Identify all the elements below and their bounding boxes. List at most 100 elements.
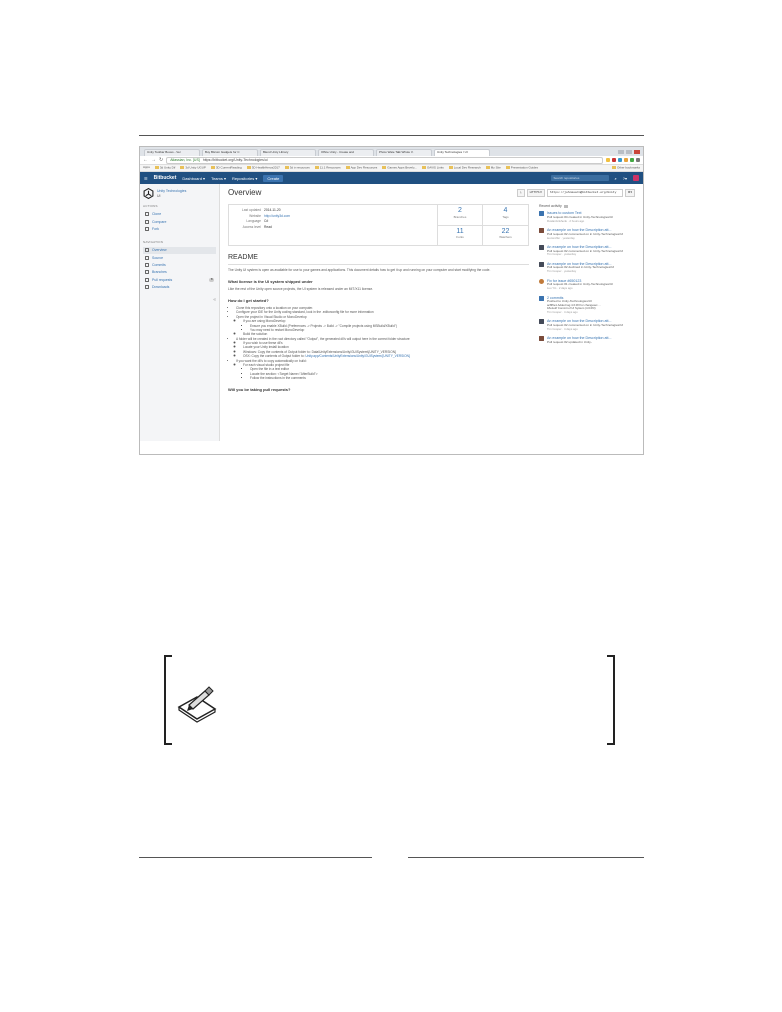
bookmark[interactable]: App Dev Resources bbox=[345, 165, 377, 170]
help-icon[interactable]: ?▾ bbox=[623, 176, 627, 181]
star-icon[interactable] bbox=[606, 158, 610, 162]
collapse-sidebar-button[interactable]: « bbox=[143, 297, 216, 303]
bookmark-other[interactable]: Other bookmarks bbox=[611, 165, 640, 170]
website-link[interactable]: http://unity3d.com bbox=[264, 214, 290, 218]
osx-path-link[interactable]: Unity.app/Contents/UnityExtensions/Unity… bbox=[305, 354, 410, 358]
download-icon[interactable]: ⤓ bbox=[517, 189, 525, 197]
url-field[interactable]: Atlassian, Inc. [US] https://bitbucket.o… bbox=[166, 156, 603, 164]
chart-icon bbox=[145, 248, 149, 253]
activity-item: An example on how the Description att...… bbox=[539, 319, 635, 331]
page-title: Overview bbox=[228, 188, 262, 197]
menu-icon[interactable] bbox=[636, 158, 640, 162]
commit-icon bbox=[145, 263, 149, 268]
license-text: Like the rest of the Unity open source p… bbox=[228, 286, 374, 291]
unity-logo-icon bbox=[143, 188, 154, 199]
stat-branches[interactable]: 2 Branches bbox=[438, 205, 483, 226]
footer-rule-left bbox=[139, 857, 372, 858]
activity-item: An example on how the Description att...… bbox=[539, 228, 635, 240]
sidebar-item-source[interactable]: Source bbox=[143, 254, 216, 261]
extension-icon[interactable] bbox=[612, 158, 616, 162]
actions-heading: ACTIONS bbox=[143, 204, 158, 208]
browser-tabstrip: Unity Toolbar Boxes - Ver Buy Bitcoin Ga… bbox=[140, 147, 643, 156]
bookmark[interactable]: 3d Unity UGUP bbox=[180, 165, 206, 170]
nav-dashboard[interactable]: Dashboard ▾ bbox=[182, 176, 205, 181]
url-text: https://bitbucket.org/Unity-Technologies… bbox=[202, 157, 268, 162]
repo-info-box: Last updated 2014-11-20 Website http://uni… bbox=[228, 204, 529, 246]
repo-slug[interactable]: UI bbox=[157, 194, 186, 198]
browser-tab[interactable]: Photo Wate Talk Whole V. bbox=[376, 149, 432, 156]
pull-requests-heading: Will you be taking pull requests? bbox=[228, 387, 291, 393]
bookmark[interactable]: My Site bbox=[485, 165, 501, 170]
bookmark[interactable]: 3D CurrentReading bbox=[210, 165, 242, 170]
clone-url-field[interactable]: https://johnmearm@bitbucket.org/Unity bbox=[546, 189, 623, 197]
browser-tab[interactable]: Office Unity - Create and bbox=[318, 149, 374, 156]
activity-item: An example on how the Description att...… bbox=[539, 336, 635, 344]
minimize-button[interactable] bbox=[618, 150, 624, 154]
extension-icon[interactable] bbox=[624, 158, 628, 162]
forward-icon[interactable]: → bbox=[151, 157, 156, 163]
protocol-select[interactable]: HTTPS ▾ bbox=[526, 189, 545, 197]
download-icon bbox=[145, 212, 149, 217]
bookmark[interactable]: Local Dev Research bbox=[448, 165, 481, 170]
avatar bbox=[539, 336, 544, 342]
sidebar-item-pull-requests[interactable]: Pull requests 8 bbox=[143, 276, 216, 283]
repo-stats: 2 Branches 4 Tags 11 Forks 22 Watchers bbox=[437, 205, 528, 245]
avatar bbox=[539, 211, 544, 217]
avatar[interactable] bbox=[633, 175, 639, 181]
nav-teams[interactable]: Teams ▾ bbox=[211, 176, 226, 181]
sidebar-item-overview[interactable]: Overview bbox=[143, 246, 216, 254]
bookmark[interactable]: Games Apps Bevelo... bbox=[382, 165, 417, 170]
browser-tab-active[interactable]: Unity Technologies / UI bbox=[434, 149, 490, 156]
extension-icon[interactable] bbox=[630, 158, 634, 162]
search-input[interactable]: Search repositories bbox=[550, 175, 609, 181]
bitbucket-logo[interactable]: Bitbucket bbox=[154, 175, 177, 181]
reload-icon[interactable]: ↻ bbox=[159, 157, 163, 163]
window-controls bbox=[618, 150, 643, 156]
pull-request-count: 8 bbox=[209, 276, 214, 282]
bookmark[interactable]: 3d Unity Dif bbox=[154, 165, 175, 170]
avatar bbox=[539, 319, 544, 325]
rss-icon[interactable] bbox=[563, 204, 568, 208]
back-icon[interactable]: ← bbox=[143, 157, 148, 163]
browser-tab[interactable]: Unity Toolbar Boxes - Ver bbox=[144, 149, 200, 156]
bookmark[interactable]: 3D HealthHeros2017 bbox=[246, 165, 280, 170]
hamburger-icon[interactable]: ☰ bbox=[144, 176, 148, 181]
bookmark[interactable]: Presentation Guides bbox=[505, 165, 538, 170]
maximize-button[interactable] bbox=[626, 150, 632, 154]
bookmark[interactable]: 11.1 Resources bbox=[314, 165, 341, 170]
note-bracket-left bbox=[164, 655, 172, 745]
note-bracket-right bbox=[607, 655, 615, 745]
close-button[interactable] bbox=[634, 150, 640, 154]
activity-item: An example on how the Description att...… bbox=[539, 261, 635, 274]
sidebar-item-branches[interactable]: Branches bbox=[143, 269, 216, 276]
more-actions-icon[interactable]: ⚙▾ bbox=[624, 189, 635, 197]
sidebar-item-downloads[interactable]: Downloads bbox=[143, 284, 216, 291]
sidebar-item-commits[interactable]: Commits bbox=[143, 261, 216, 268]
stat-tags[interactable]: 4 Tags bbox=[483, 205, 528, 226]
create-button[interactable]: Create bbox=[263, 174, 284, 182]
sidebar-item-compare[interactable]: Compare bbox=[143, 218, 216, 225]
main-content: Overview ⤓ HTTPS ▾ https://johnmearm@bit… bbox=[220, 184, 643, 441]
sidebar-item-fork[interactable]: Fork bbox=[143, 226, 216, 233]
address-bar-row: ← → ↻ Atlassian, Inc. [US] https://bitbu… bbox=[140, 156, 643, 165]
bookmark[interactable]: GAVIS Links bbox=[421, 165, 444, 170]
browser-tab[interactable]: Blend Unity Library bbox=[260, 149, 316, 156]
sidebar-item-clone[interactable]: Clone bbox=[143, 211, 216, 218]
getting-started-heading: How do I get started? bbox=[228, 297, 269, 303]
bookmarks-bar: Apps 3d Unity Dif 3d Unity UGUP 3D Curre… bbox=[140, 165, 643, 172]
search-icon[interactable]: ⌕ bbox=[615, 176, 617, 181]
browser-tab[interactable]: Buy Bitcoin Gadgets for C bbox=[202, 149, 258, 156]
nav-repositories[interactable]: Repositories ▾ bbox=[232, 176, 257, 181]
extension-icon[interactable] bbox=[618, 158, 622, 162]
stat-forks[interactable]: 11 Forks bbox=[438, 225, 483, 245]
compare-icon bbox=[145, 219, 149, 224]
bookmark[interactable]: Apps bbox=[143, 165, 150, 170]
last-updated: 2014-11-20 bbox=[264, 208, 281, 212]
recent-activity-title: Recent activity bbox=[539, 204, 562, 208]
stat-watchers[interactable]: 22 Watchers bbox=[483, 226, 528, 246]
cloud-icon bbox=[145, 285, 149, 290]
secure-badge: Atlassian, Inc. [US] bbox=[170, 157, 200, 162]
navigation-heading: NAVIGATION bbox=[143, 239, 164, 244]
repo-owner[interactable]: Unity Technologies bbox=[157, 189, 186, 193]
bookmark[interactable]: 3d tr resources bbox=[284, 165, 310, 170]
